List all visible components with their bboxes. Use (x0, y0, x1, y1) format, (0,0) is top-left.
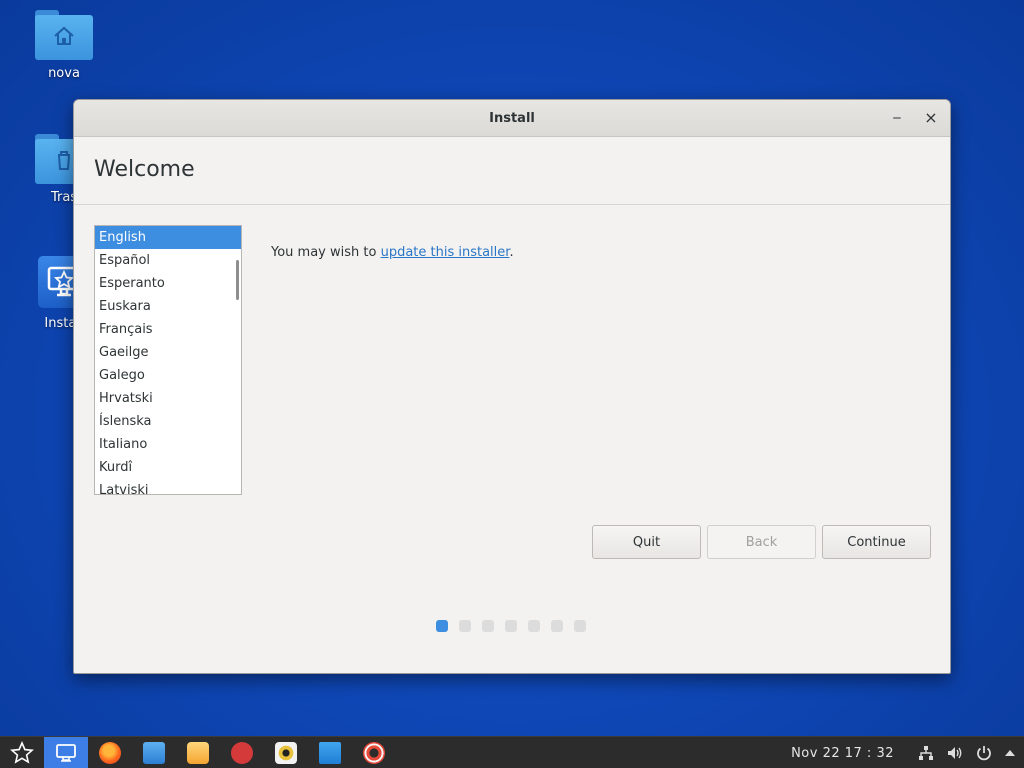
page-title: Welcome (94, 157, 195, 182)
desktop-icon-label: nova (48, 66, 80, 81)
update-installer-link[interactable]: update this installer (381, 245, 510, 260)
taskbar-item-mail[interactable] (176, 737, 220, 768)
update-message: You may wish to update this installer. (271, 245, 514, 260)
files-icon (143, 741, 165, 764)
message-suffix: . (509, 245, 514, 260)
language-item-francais[interactable]: Français (95, 318, 241, 341)
taskbar-item-help[interactable] (352, 737, 396, 768)
language-item-gaeilge[interactable]: Gaeilge (95, 341, 241, 364)
step-dot (528, 620, 540, 632)
window-titlebar[interactable]: Install ‒ × (74, 100, 950, 137)
power-icon[interactable] (976, 745, 992, 761)
close-button[interactable]: × (920, 108, 942, 128)
taskbar-item-document[interactable] (308, 737, 352, 768)
taskbar-item-files[interactable] (132, 737, 176, 768)
installer-window: Install ‒ × Welcome English Español Espe… (73, 99, 951, 674)
start-menu-icon (10, 740, 34, 764)
step-dot (551, 620, 563, 632)
chat-icon (231, 741, 253, 764)
step-indicator (436, 620, 586, 632)
step-dot (574, 620, 586, 632)
taskbar-item-installer[interactable] (44, 736, 88, 768)
document-editor-icon (319, 741, 341, 764)
back-button[interactable]: Back (707, 525, 816, 559)
language-item-latviski[interactable]: Latviski (95, 479, 241, 494)
taskbar: Nov 22 17 : 32 (0, 736, 1024, 768)
taskbar-item-chat[interactable] (220, 737, 264, 768)
language-item-italiano[interactable]: Italiano (95, 433, 241, 456)
clock[interactable]: Nov 22 17 : 32 (791, 746, 894, 761)
step-dot (459, 620, 471, 632)
tray-expand-icon[interactable] (1004, 745, 1016, 761)
language-item-kurdi[interactable]: Kurdî (95, 456, 241, 479)
message-prefix: You may wish to (271, 245, 381, 260)
quit-button[interactable]: Quit (592, 525, 701, 559)
taskbar-item-music[interactable] (264, 737, 308, 768)
page-header: Welcome (74, 137, 950, 205)
language-list-scrollbar[interactable] (236, 260, 239, 300)
firefox-icon (99, 741, 121, 764)
window-title: Install (489, 110, 535, 126)
step-dot (505, 620, 517, 632)
desktop-icon-home[interactable]: nova (24, 10, 104, 81)
start-menu-button[interactable] (0, 737, 44, 768)
step-dot (436, 620, 448, 632)
language-item-hrvatski[interactable]: Hrvatski (95, 387, 241, 410)
music-player-icon (275, 741, 297, 764)
minimize-button[interactable]: ‒ (886, 108, 908, 128)
language-item-euskara[interactable]: Euskara (95, 295, 241, 318)
home-folder-icon (35, 10, 93, 60)
system-tray: Nov 22 17 : 32 (791, 737, 1016, 768)
help-icon (363, 741, 385, 764)
language-item-english[interactable]: English (95, 226, 241, 249)
mail-icon (187, 741, 209, 764)
language-item-galego[interactable]: Galego (95, 364, 241, 387)
volume-icon[interactable] (946, 745, 964, 761)
step-dot (482, 620, 494, 632)
language-item-esperanto[interactable]: Esperanto (95, 272, 241, 295)
language-item-espanol[interactable]: Español (95, 249, 241, 272)
network-icon[interactable] (918, 745, 934, 761)
language-item-islenska[interactable]: Íslenska (95, 410, 241, 433)
taskbar-item-firefox[interactable] (88, 737, 132, 768)
installer-icon (56, 743, 76, 762)
continue-button[interactable]: Continue (822, 525, 931, 559)
language-list[interactable]: English Español Esperanto Euskara França… (94, 225, 242, 495)
